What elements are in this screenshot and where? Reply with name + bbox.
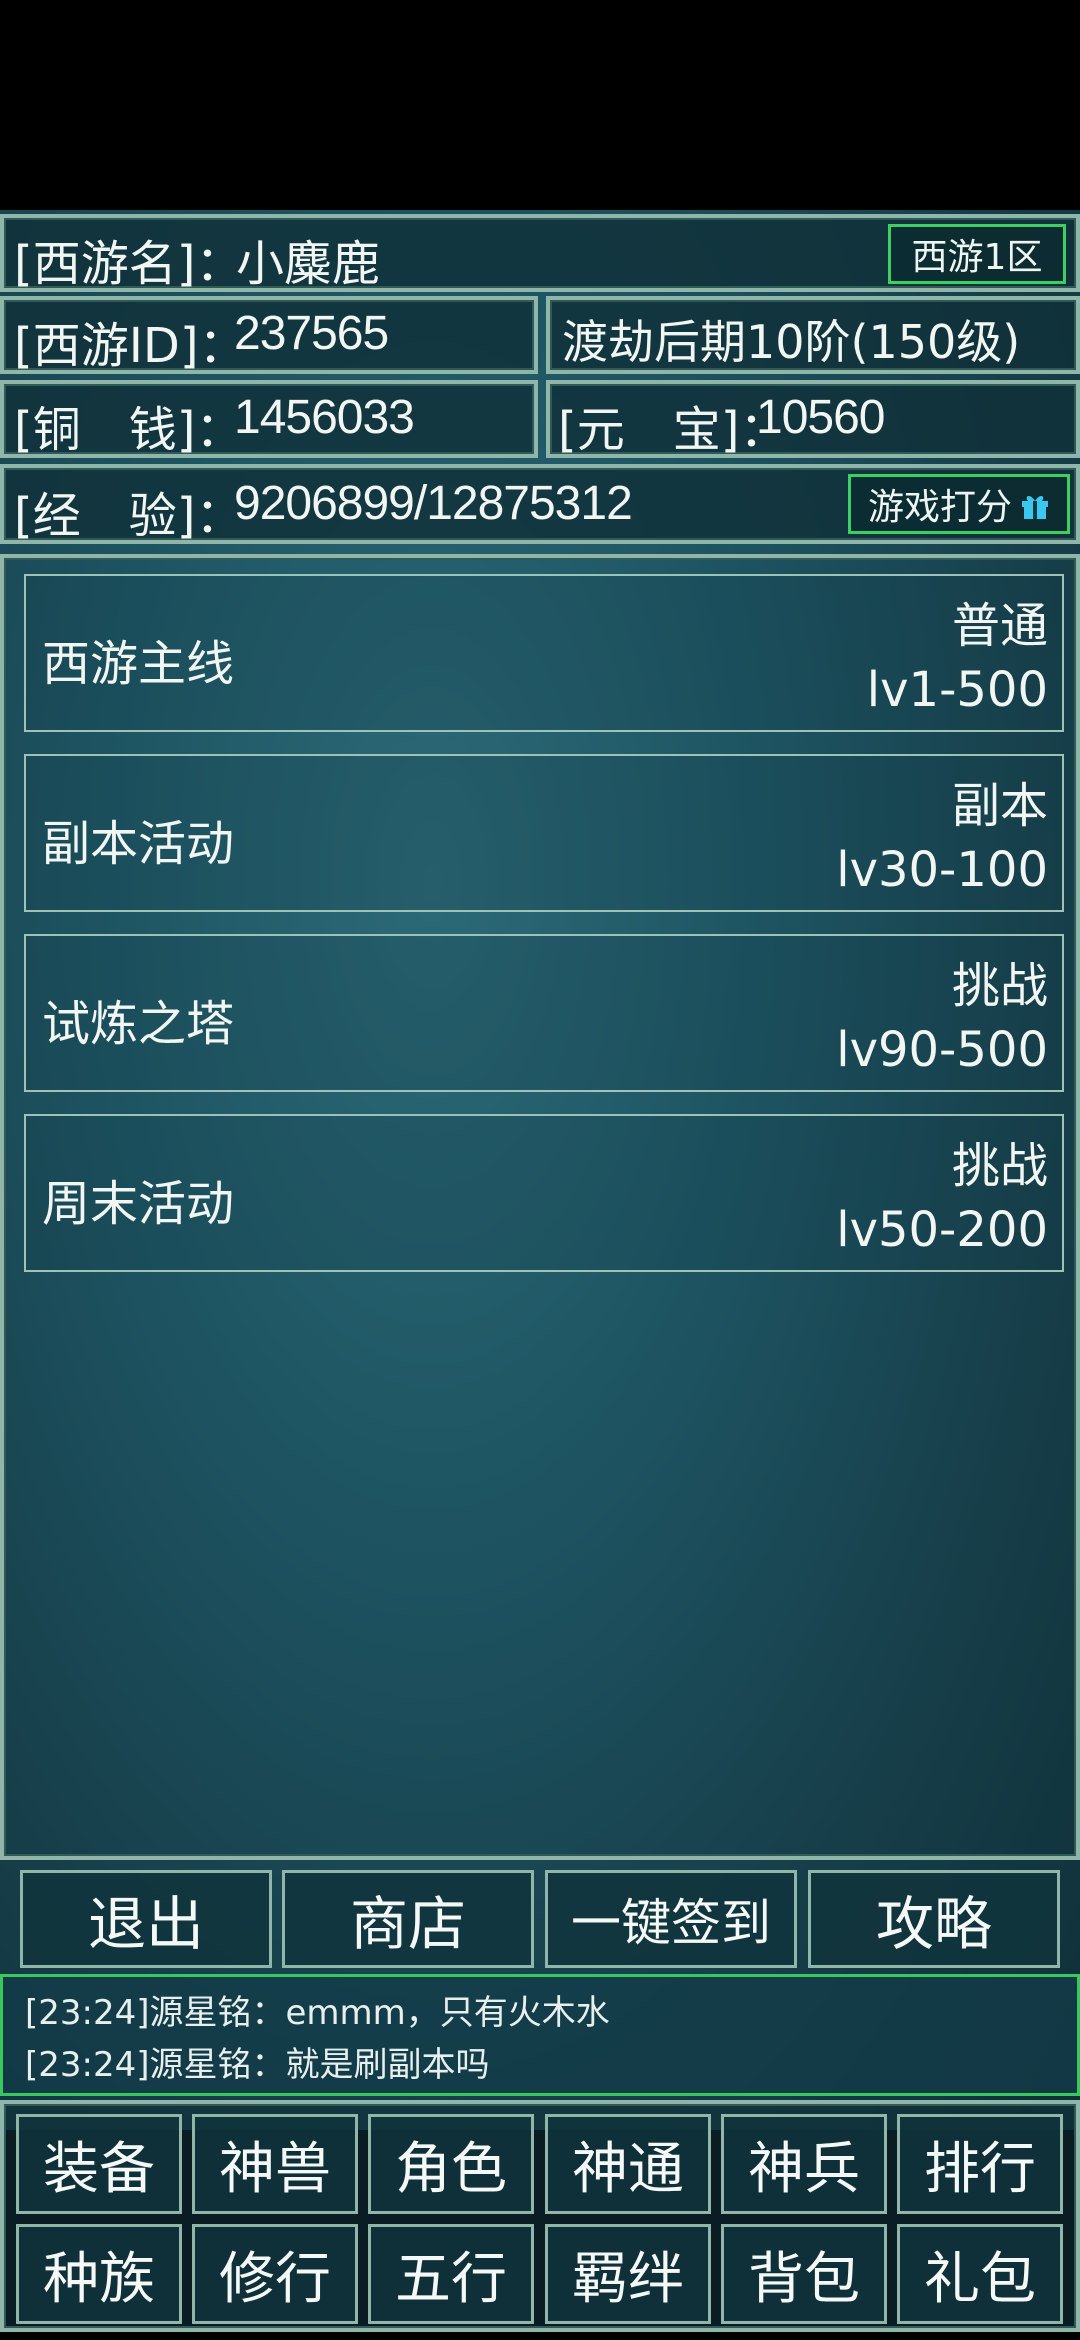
ingot-value: 10560 (756, 391, 885, 444)
exp-label: [经 验]： (14, 488, 244, 544)
mode-name: 试炼之塔 (42, 996, 235, 1052)
mode-level-range: lv50-200 (836, 1202, 1048, 1258)
exp-value: 9206899/12875312 (234, 477, 633, 530)
realm-level: 渡劫后期10阶(150级) (562, 315, 1021, 369)
ingot-label: [元 宝]： (558, 402, 788, 458)
mode-type: 普通 (951, 598, 1048, 654)
daily-checkin-button[interactable]: 一键签到 (545, 1870, 797, 1968)
chat-message: [23:24]源星铭：emmm，只有火木水 (25, 1993, 610, 2033)
rate-game-button[interactable]: 游戏打分 (848, 474, 1070, 534)
nav-gift-pack[interactable]: 礼包 (897, 2224, 1063, 2324)
nav-equipment[interactable]: 装备 (16, 2114, 182, 2214)
nav-ranking[interactable]: 排行 (897, 2114, 1063, 2214)
exit-button[interactable]: 退出 (20, 1870, 272, 1968)
mode-item-mainline[interactable]: 西游主线 普通 lv1-500 (24, 574, 1064, 732)
player-name-label: [西游名]： (14, 236, 244, 292)
rate-game-label: 游戏打分 (867, 487, 1012, 528)
mode-list-panel: 西游主线 普通 lv1-500 副本活动 副本 lv30-100 试炼之塔 挑战… (0, 554, 1080, 1860)
player-id: 237565 (234, 307, 389, 360)
copper-label: [铜 钱]： (14, 402, 244, 458)
player-id-label: [西游ID]： (14, 318, 247, 374)
ingot-panel: [元 宝]： 10560 (546, 380, 1080, 458)
chat-message: [23:24]源星铭：就是刷副本吗 (25, 2045, 490, 2085)
nav-backpack[interactable]: 背包 (721, 2224, 887, 2324)
mode-level-range: lv90-500 (836, 1022, 1048, 1078)
realm-panel: 渡劫后期10阶(150级) (546, 296, 1080, 374)
player-id-panel: [西游ID]： 237565 (0, 296, 538, 374)
nav-weapons[interactable]: 神兵 (721, 2114, 887, 2214)
mode-type: 挑战 (951, 958, 1048, 1014)
mode-level-range: lv30-100 (836, 842, 1048, 898)
server-badge[interactable]: 西游1区 (888, 224, 1066, 284)
player-name-panel: [西游名]： 小麋鹿 西游1区 (0, 214, 1080, 292)
guide-button[interactable]: 攻略 (808, 1870, 1060, 1968)
mode-item-weekend[interactable]: 周末活动 挑战 lv50-200 (24, 1114, 1064, 1272)
mode-item-tower[interactable]: 试炼之塔 挑战 lv90-500 (24, 934, 1064, 1092)
gift-icon (1022, 496, 1048, 519)
nav-cultivation[interactable]: 修行 (192, 2224, 358, 2324)
mode-level-range: lv1-500 (866, 662, 1048, 718)
mode-type: 挑战 (951, 1138, 1048, 1194)
mode-name: 周末活动 (42, 1176, 235, 1232)
nav-character[interactable]: 角色 (368, 2114, 534, 2214)
nav-beasts[interactable]: 神兽 (192, 2114, 358, 2214)
shop-button[interactable]: 商店 (282, 1870, 534, 1968)
copper-value: 1456033 (234, 391, 415, 444)
player-name: 小麋鹿 (236, 236, 381, 292)
mode-type: 副本 (951, 778, 1048, 834)
nav-skills[interactable]: 神通 (545, 2114, 711, 2214)
nav-five-elements[interactable]: 五行 (368, 2224, 534, 2324)
mode-name: 副本活动 (42, 816, 235, 872)
game-screen: [西游名]： 小麋鹿 西游1区 [西游ID]： 237565 渡劫后期10阶(1… (0, 210, 1080, 2332)
nav-race[interactable]: 种族 (16, 2224, 182, 2324)
nav-bonds[interactable]: 羁绊 (545, 2224, 711, 2324)
mode-name: 西游主线 (42, 636, 235, 692)
mode-item-dungeon[interactable]: 副本活动 副本 lv30-100 (24, 754, 1064, 912)
exp-panel: [经 验]： 9206899/12875312 游戏打分 (0, 464, 1080, 544)
copper-panel: [铜 钱]： 1456033 (0, 380, 538, 458)
chat-box[interactable]: [23:24]源星铭：emmm，只有火木水 [23:24]源星铭：就是刷副本吗 (0, 1974, 1080, 2096)
